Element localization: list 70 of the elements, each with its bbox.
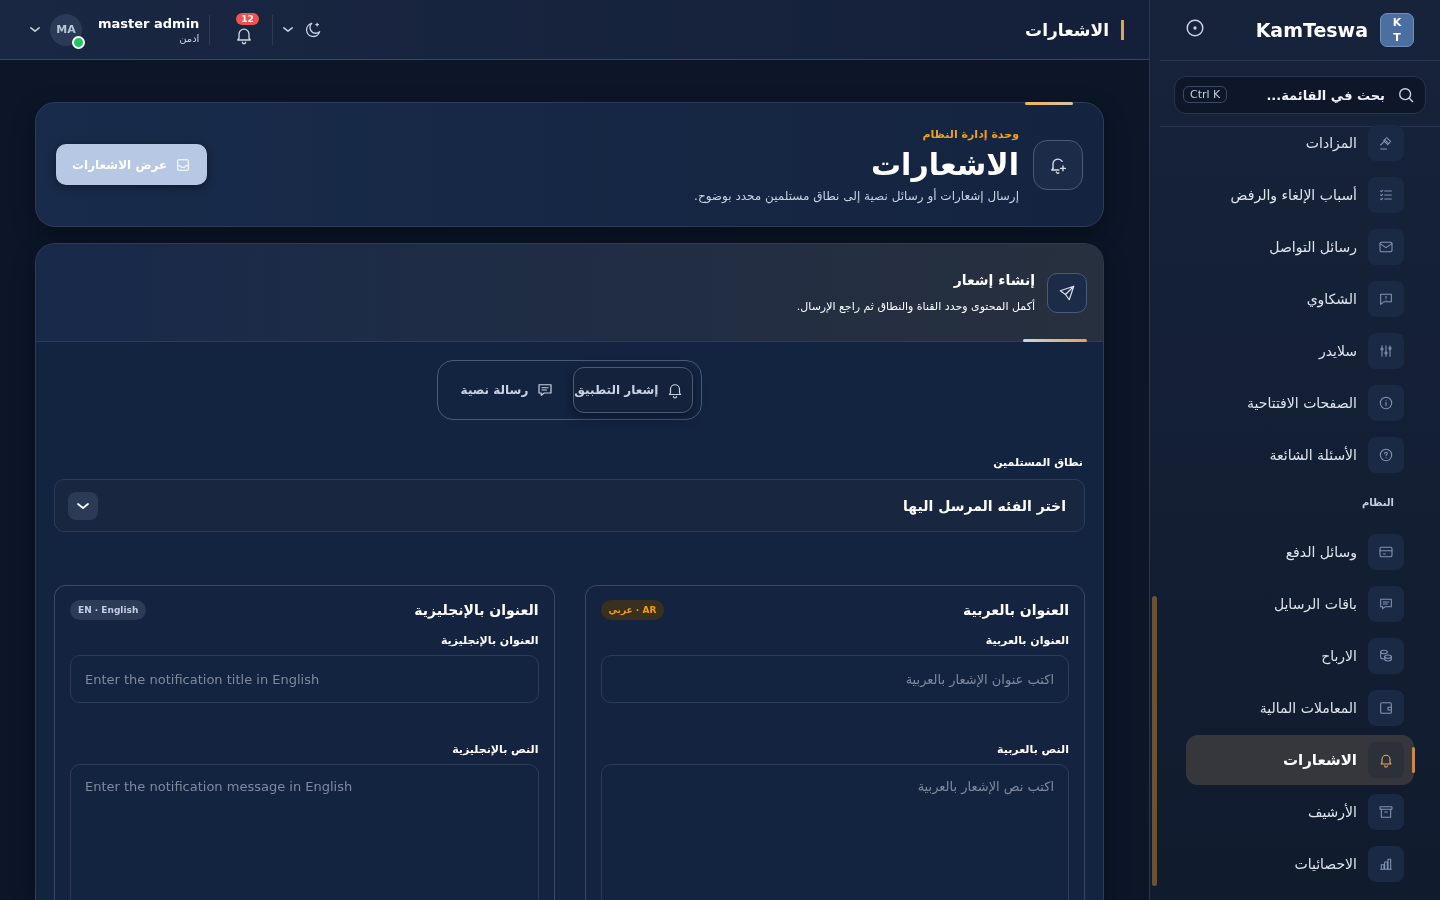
card-title: العنوان بالإنجليزية	[414, 602, 539, 618]
field-label: النص بالإنجليزية	[451, 743, 539, 756]
sidebar-item[interactable]: وسائل الدفع	[1186, 526, 1414, 578]
sidebar-item[interactable]: رسائل التواصل	[1186, 221, 1414, 273]
chevron-down-icon	[283, 27, 294, 32]
sliders-icon	[1378, 343, 1394, 359]
message-input[interactable]: اكتب نص الإشعار بالعربية	[600, 764, 1069, 900]
section-heading: النظام	[1360, 496, 1395, 511]
chevron-down-icon	[77, 502, 89, 509]
sidebar-item[interactable]: الاشعارات	[1186, 735, 1414, 785]
recipients-select[interactable]: اختر الفئه المرسل اليها	[54, 479, 1085, 532]
sidebar-item[interactable]: الاحصائيات	[1186, 838, 1414, 890]
card-title: العنوان بالعربية	[963, 602, 1069, 618]
chat-alert-icon	[1378, 291, 1394, 307]
brand-logo: K T	[1380, 13, 1414, 47]
message-icon	[536, 381, 555, 399]
hero-description: إرسال إشعارات أو رسائل نصية إلى نطاق مستلمين محدد بوضوح.	[693, 189, 1019, 203]
collapse-icon	[1184, 17, 1206, 39]
module-label: وحدة إدارة النظام	[921, 128, 1019, 141]
title-input[interactable]: اكتب عنوان الإشعار بالعربية	[600, 655, 1069, 703]
message-icon	[1378, 596, 1394, 612]
channel-option[interactable]: إشعار التطبيق	[573, 367, 694, 413]
composer-subtitle: أكمل المحتوى وحدد القناة والنطاق ثم راجع الإرسال.	[796, 300, 1035, 313]
channel-option[interactable]: رسالة نصية	[445, 367, 564, 413]
user-role: ادمن	[179, 32, 200, 44]
user-name: master admin	[98, 15, 200, 31]
info-icon	[1378, 395, 1394, 411]
accent-bar	[1025, 102, 1073, 105]
send-icon	[1058, 283, 1076, 302]
bell-icon	[1378, 752, 1394, 768]
brand-name: KamTeswa	[1254, 19, 1368, 41]
shortcut-hint: Ctrl K	[1183, 86, 1228, 103]
inbox-icon	[175, 156, 192, 173]
active-indicator	[1412, 747, 1415, 773]
sidebar-item[interactable]: الأسئلة الشائعة	[1186, 429, 1414, 481]
language-tag: EN · English	[70, 600, 147, 620]
field-label: العنوان بالإنجليزية	[439, 634, 539, 647]
language-tag: AR · عربي	[600, 600, 665, 620]
field-label: نطاق المستلمين	[992, 456, 1083, 469]
page-title: الاشعارات	[333, 19, 1124, 40]
sidebar-item[interactable]: الارباح	[1186, 630, 1414, 682]
bar-chart-icon	[1378, 856, 1394, 872]
coins-icon	[1378, 648, 1394, 664]
sidebar-item[interactable]: المعاملات المالية	[1186, 682, 1414, 734]
help-icon	[1378, 447, 1394, 463]
notification-count: 12	[236, 12, 259, 25]
field-label: العنوان بالعربية	[984, 634, 1069, 647]
mail-icon	[1378, 239, 1394, 255]
field-label: النص بالعربية	[996, 743, 1069, 756]
sidebar-item[interactable]: الأرشيف	[1186, 786, 1414, 838]
hero-title: الاشعارات	[869, 146, 1019, 184]
composer-title: إنشاء إشعار	[952, 272, 1035, 288]
title-input[interactable]: Enter the notification title in English	[70, 655, 539, 703]
accent-bar	[1023, 339, 1087, 342]
scrollbar-thumb[interactable]	[1152, 596, 1157, 886]
message-input[interactable]: Enter the notification message in English	[70, 764, 539, 900]
sidebar-item[interactable]: باقات الرسايل	[1186, 578, 1414, 630]
card-icon	[1378, 544, 1394, 560]
user-avatar[interactable]: MA	[50, 13, 82, 46]
wallet-icon	[1378, 700, 1394, 716]
search-icon	[1396, 85, 1416, 105]
sidebar-item[interactable]: أسباب الإلغاء والرفض	[1186, 169, 1414, 221]
sidebar-item[interactable]: المزادات	[1186, 117, 1414, 169]
sidebar-item[interactable]: سلايدر	[1186, 325, 1414, 377]
chevron-down-icon	[30, 27, 40, 32]
sidebar-item[interactable]: الصفحات الافتتاحية	[1186, 377, 1414, 429]
list-icon	[1378, 187, 1394, 203]
archive-icon	[1378, 804, 1394, 820]
gavel-icon	[1378, 135, 1394, 151]
sidebar-item[interactable]: الشكاوي	[1186, 273, 1414, 325]
